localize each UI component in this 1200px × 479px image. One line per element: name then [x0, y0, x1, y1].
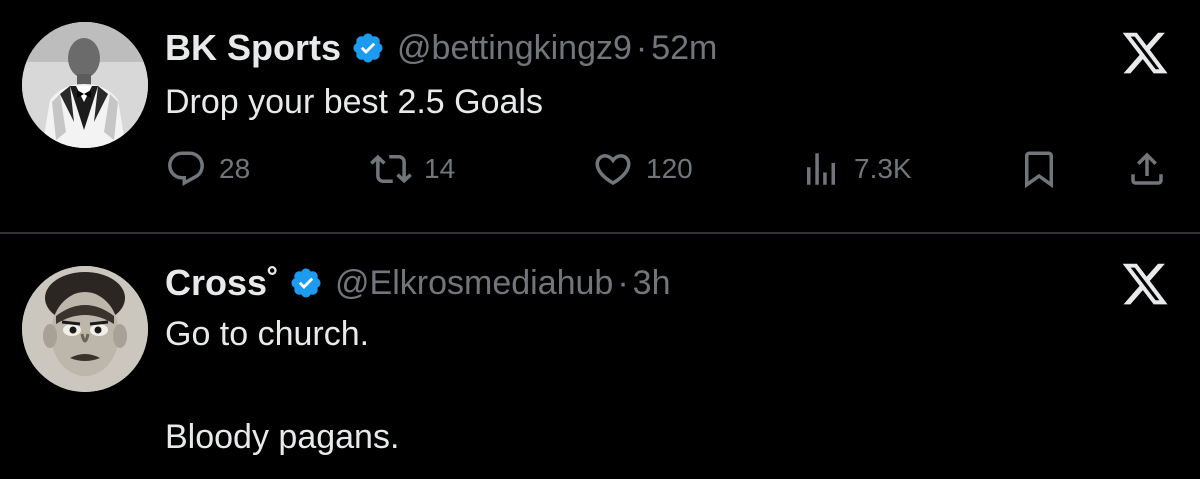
- separator-dot: ·: [635, 28, 648, 67]
- views-count: 7.3K: [854, 153, 912, 184]
- handle[interactable]: @bettingkingz9: [397, 29, 632, 68]
- repost-count: 14: [424, 153, 456, 184]
- tweet-text: Drop your best 2.5 Goals: [165, 83, 543, 121]
- avatar-image: [22, 266, 148, 392]
- avatar[interactable]: [22, 22, 148, 148]
- reply-count: 28: [219, 153, 251, 184]
- like-button[interactable]: 120: [592, 146, 693, 192]
- bookmark-button[interactable]: [1018, 146, 1060, 192]
- like-count: 120: [646, 153, 693, 184]
- tweet-header: Cross˚ @Elkrosmediahub · 3h: [165, 259, 671, 307]
- tweet-bk-sports[interactable]: BK Sports @bettingkingz9 · 52m Drop your…: [0, 0, 1200, 232]
- x-logo-icon[interactable]: [1120, 28, 1170, 78]
- tweet-header: BK Sports @bettingkingz9 · 52m: [165, 24, 717, 72]
- views-button[interactable]: 7.3K: [800, 146, 912, 192]
- share-icon: [1126, 148, 1168, 190]
- reply-button[interactable]: 28: [165, 146, 250, 192]
- tweet-text-line: Go to church.: [165, 315, 370, 353]
- x-logo-icon[interactable]: [1120, 259, 1170, 309]
- avatar-image: [22, 22, 148, 148]
- display-name[interactable]: BK Sports: [165, 27, 341, 69]
- handle[interactable]: @Elkrosmediahub: [335, 264, 613, 303]
- reply-icon: [165, 148, 207, 190]
- views-icon: [800, 148, 842, 190]
- repost-icon: [370, 148, 412, 190]
- verified-badge-icon: [289, 266, 323, 300]
- timestamp[interactable]: 3h: [633, 264, 671, 303]
- verified-badge-icon: [351, 31, 385, 65]
- bookmark-icon: [1018, 148, 1060, 190]
- tweet-divider: [0, 232, 1200, 234]
- heart-icon: [592, 148, 634, 190]
- share-button[interactable]: [1126, 146, 1168, 192]
- repost-button[interactable]: 14: [370, 146, 455, 192]
- tweet-text-line: Bloody pagans.: [165, 418, 400, 456]
- timestamp[interactable]: 52m: [651, 29, 717, 68]
- display-name[interactable]: Cross˚: [165, 262, 279, 304]
- separator-dot: ·: [617, 263, 629, 302]
- avatar[interactable]: [22, 266, 148, 392]
